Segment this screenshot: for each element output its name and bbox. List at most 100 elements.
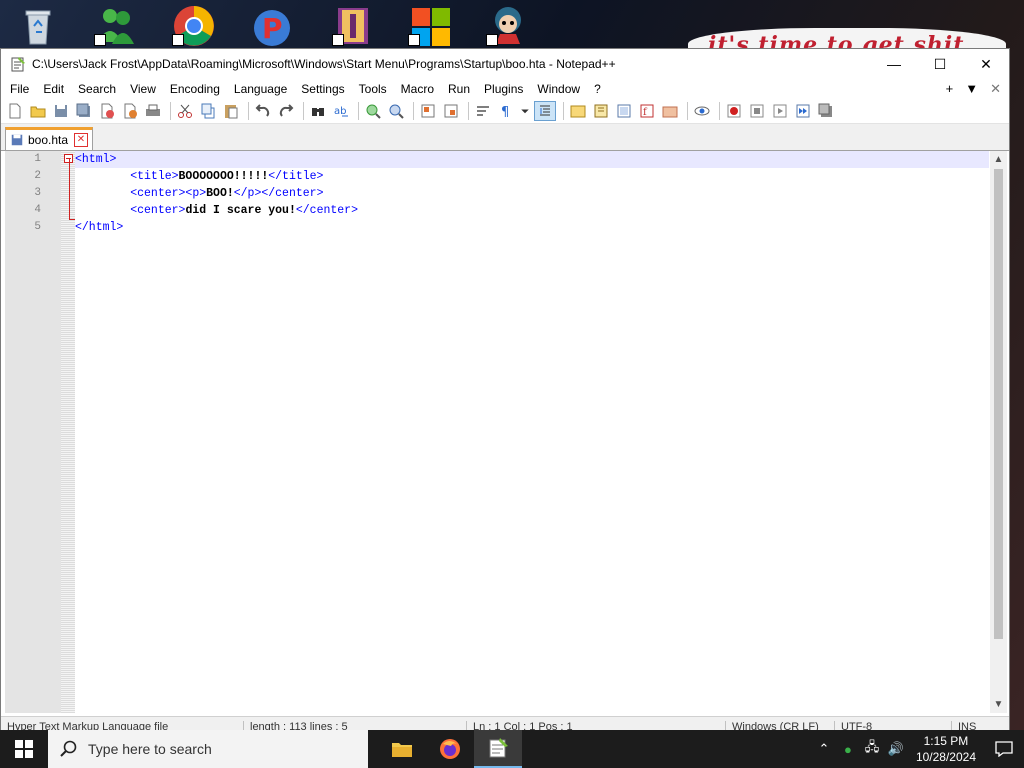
function-list-icon[interactable]: f: [637, 102, 657, 120]
code-tag-token: <center><p>: [130, 187, 207, 200]
code-text-token: BOOOOOOO!!!!!: [178, 170, 269, 183]
vertical-scrollbar[interactable]: ▲ ▼: [990, 151, 1007, 713]
minimize-button[interactable]: —: [871, 49, 917, 79]
tab-list-dropdown-button[interactable]: ▼: [965, 81, 978, 97]
add-tab-button[interactable]: +: [946, 81, 954, 97]
network-icon[interactable]: 🖧: [860, 738, 884, 760]
code-line[interactable]: 1 <html>: [34, 151, 989, 168]
replace-icon[interactable]: ab: [331, 102, 351, 120]
indent-guide-icon[interactable]: [534, 101, 556, 121]
copy-icon[interactable]: [198, 102, 218, 120]
stop-macro-icon[interactable]: [747, 102, 767, 120]
close-button[interactable]: ✕: [963, 49, 1009, 79]
toolbar-separator: [687, 102, 688, 120]
menu-macro[interactable]: Macro: [394, 79, 441, 99]
code-tag-token: <html>: [75, 153, 117, 166]
print-icon[interactable]: [143, 102, 163, 120]
language-define-icon[interactable]: [568, 102, 588, 120]
winrar-icon[interactable]: [330, 4, 378, 48]
code-tag-token: <center>: [130, 204, 186, 217]
zoom-out-icon[interactable]: [386, 102, 406, 120]
menu-file[interactable]: File: [3, 79, 36, 99]
scroll-down-icon[interactable]: ▼: [990, 696, 1007, 713]
close-file-icon[interactable]: [97, 102, 117, 120]
zoom-in-icon[interactable]: [363, 102, 383, 120]
save-macro-icon[interactable]: [816, 102, 836, 120]
save-icon[interactable]: [51, 102, 71, 120]
monitoring-eye-icon[interactable]: [692, 102, 712, 120]
tab-boo-hta[interactable]: boo.hta ✕: [5, 127, 93, 150]
play-macro-icon[interactable]: [770, 102, 790, 120]
sync-vertical-icon[interactable]: [418, 102, 438, 120]
line-number: 1: [34, 153, 41, 165]
sync-horizontal-icon[interactable]: [441, 102, 461, 120]
chrome-icon[interactable]: [170, 4, 218, 48]
redo-icon[interactable]: [276, 102, 296, 120]
messenger-icon[interactable]: [92, 4, 140, 48]
new-file-icon[interactable]: [5, 102, 25, 120]
close-document-button[interactable]: ✕: [990, 81, 1001, 97]
user-tray-icon[interactable]: ●: [836, 742, 860, 757]
show-all-dropdown-icon[interactable]: [519, 102, 531, 120]
show-all-characters-icon[interactable]: ¶: [496, 102, 516, 120]
save-all-icon[interactable]: [74, 102, 94, 120]
title-bar[interactable]: C:\Users\Jack Frost\AppData\Roaming\Micr…: [1, 49, 1009, 79]
scroll-up-icon[interactable]: ▲: [990, 151, 1007, 168]
open-file-icon[interactable]: [28, 102, 48, 120]
menu-tools[interactable]: Tools: [352, 79, 394, 99]
menu-run[interactable]: Run: [441, 79, 477, 99]
run-macro-multiple-icon[interactable]: [793, 102, 813, 120]
game-character-icon[interactable]: [484, 4, 532, 48]
line-number: 3: [34, 187, 41, 199]
taskbar-search-box[interactable]: Type here to search: [48, 730, 368, 768]
code-editor[interactable]: 1 <html> 2 <title>BOOOOOOO!!!!!</title> 3 <…: [5, 151, 1007, 713]
notification-center-icon[interactable]: [984, 730, 1024, 768]
code-tag-token: </p></center>: [233, 187, 324, 200]
menu-language[interactable]: Language: [227, 79, 294, 99]
maximize-button[interactable]: ☐: [917, 49, 963, 79]
code-line[interactable]: 4 <center>did I scare you!</center>: [34, 202, 989, 219]
menu-settings[interactable]: Settings: [294, 79, 351, 99]
menu-view[interactable]: View: [123, 79, 163, 99]
toolbar-separator: [358, 102, 359, 120]
firefox-taskbar-icon[interactable]: [426, 730, 474, 768]
document-list-icon[interactable]: [614, 102, 634, 120]
windows-shield-icon[interactable]: [406, 4, 454, 48]
code-line[interactable]: 5 </html>: [34, 219, 989, 236]
scroll-thumb[interactable]: [994, 169, 1003, 639]
show-hidden-icons-icon[interactable]: ⌃: [812, 741, 836, 757]
p-app-icon[interactable]: P: [250, 4, 298, 48]
menu-plugins[interactable]: Plugins: [477, 79, 530, 99]
menu-search[interactable]: Search: [71, 79, 123, 99]
undo-icon[interactable]: [253, 102, 273, 120]
taskbar: Type here to search ⌃ ● 🖧 🔊 1:15 PM 10/2…: [0, 730, 1024, 768]
paste-icon[interactable]: [221, 102, 241, 120]
volume-icon[interactable]: 🔊: [884, 741, 908, 757]
word-wrap-icon[interactable]: [473, 102, 493, 120]
code-line[interactable]: 2 <title>BOOOOOOO!!!!!</title>: [34, 168, 989, 185]
folder-workspace-icon[interactable]: [660, 102, 680, 120]
taskbar-clock[interactable]: 1:15 PM 10/28/2024: [908, 733, 984, 765]
code-area[interactable]: 1 <html> 2 <title>BOOOOOOO!!!!!</title> 3 <…: [34, 151, 989, 713]
menu-edit[interactable]: Edit: [36, 79, 71, 99]
menu-help[interactable]: ?: [587, 79, 608, 99]
code-tag-token: </html>: [75, 221, 124, 234]
code-line[interactable]: 3 <center><p>BOO!</p></center>: [34, 185, 989, 202]
search-icon: [60, 740, 77, 757]
find-icon[interactable]: [308, 102, 328, 120]
file-explorer-taskbar-icon[interactable]: [378, 730, 426, 768]
code-tag-token: </title>: [268, 170, 324, 183]
record-macro-icon[interactable]: [724, 102, 744, 120]
start-button[interactable]: [0, 730, 48, 768]
toolbar-separator: [563, 102, 564, 120]
notepadpp-taskbar-icon[interactable]: [474, 730, 522, 768]
close-all-icon[interactable]: [120, 102, 140, 120]
menu-window[interactable]: Window: [530, 79, 587, 99]
svg-text:P: P: [262, 12, 283, 45]
document-map-icon[interactable]: [591, 102, 611, 120]
recycle-bin-icon[interactable]: [14, 4, 62, 48]
cut-icon[interactable]: [175, 102, 195, 120]
menu-encoding[interactable]: Encoding: [163, 79, 227, 99]
tab-close-icon[interactable]: ✕: [74, 133, 88, 147]
